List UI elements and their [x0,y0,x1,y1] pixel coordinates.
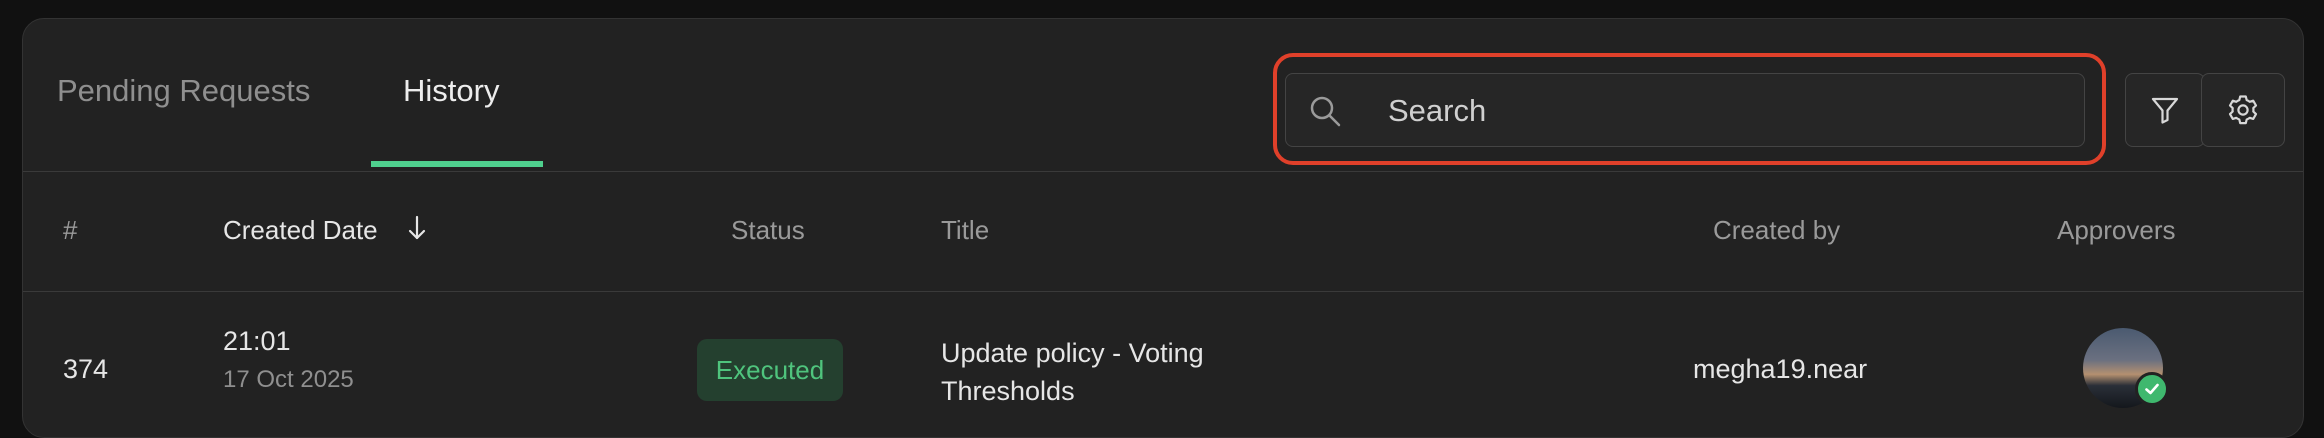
panel-header: Pending Requests History [23,19,2303,172]
approved-check-icon [2135,372,2169,406]
search-box[interactable] [1285,73,2085,148]
column-header-number: # [63,215,78,245]
filter-icon [2151,97,2179,124]
tab-history[interactable]: History [403,73,499,109]
tab-pending-requests[interactable]: Pending Requests [57,73,310,109]
gear-icon [2228,95,2258,125]
column-header-status: Status [731,215,805,245]
created-date: 17 Oct 2025 [223,366,354,393]
column-header-created-date[interactable]: Created Date [223,215,378,246]
column-header-approvers: Approvers [2057,215,2176,245]
request-number: 374 [63,354,109,384]
approver-avatar [2083,328,2169,408]
created-by: megha19.near [1693,354,1868,384]
arrow-down-icon[interactable] [405,213,429,243]
search-icon [1310,96,1341,127]
created-time: 21:01 [223,326,291,356]
settings-button[interactable] [2201,73,2285,147]
active-tab-indicator [371,161,543,167]
status-badge: Executed [697,339,843,401]
table-header: # Created Date Status Title Created by A… [23,171,2303,292]
column-header-title: Title [941,215,990,245]
filter-button[interactable] [2125,73,2205,147]
table-row[interactable]: 374 21:01 17 Oct 2025 Executed Update po… [23,292,2303,437]
column-header-created-by: Created by [1713,215,1841,245]
request-title: Update policy - Voting Thresholds [941,338,1204,406]
requests-panel: Pending Requests History # [22,18,2304,438]
search-input[interactable] [1386,74,2050,148]
